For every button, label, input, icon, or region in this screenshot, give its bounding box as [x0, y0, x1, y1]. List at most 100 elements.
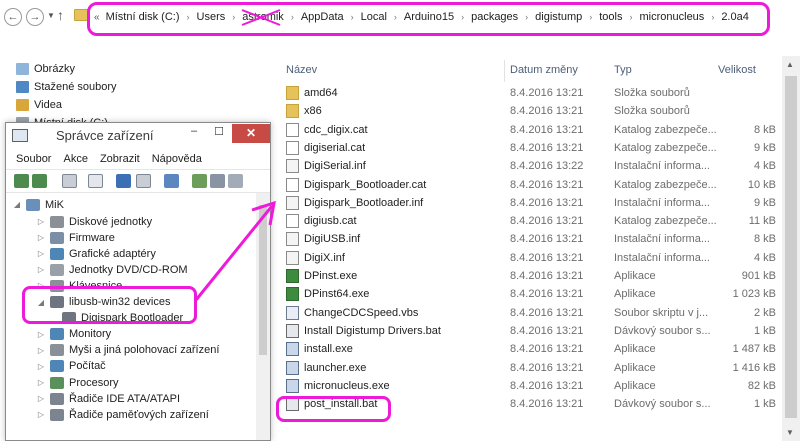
scroll-up-icon[interactable]: ▲	[786, 60, 794, 69]
file-row[interactable]: install.exe 8.4.2016 13:21 Aplikace 1 487 k…	[276, 340, 800, 358]
file-date: 8.4.2016 13:21	[510, 141, 584, 154]
uninstall-icon[interactable]	[228, 174, 243, 188]
nav-item-pictures[interactable]: Obrázky	[16, 60, 75, 78]
expander-icon[interactable]: ▷	[36, 265, 46, 274]
device-manager-icon	[12, 129, 28, 142]
device-category[interactable]: ▷ Firmware	[36, 229, 115, 246]
minimize-button[interactable]: ‒	[182, 125, 206, 143]
expander-icon[interactable]: ▷	[36, 378, 46, 387]
device-category[interactable]: ▷ Jednotky DVD/CD-ROM	[36, 261, 188, 278]
file-row[interactable]: ChangeCDCSpeed.vbs 8.4.2016 13:21 Soubor s…	[276, 304, 800, 322]
view-icon[interactable]	[136, 174, 151, 188]
close-button[interactable]: ✕	[232, 124, 270, 143]
column-header-name[interactable]: Název	[286, 64, 317, 76]
scroll-down-icon[interactable]: ▼	[786, 428, 794, 437]
file-row[interactable]: digiserial.cat 8.4.2016 13:21 Katalog zabe…	[276, 139, 800, 157]
file-type: Instalační informa...	[614, 251, 710, 264]
device-category[interactable]: ▷ Monitory	[36, 326, 111, 343]
file-type: Složka souborů	[614, 105, 690, 118]
file-row[interactable]: DPinst64.exe 8.4.2016 13:21 Aplikace 1 023 …	[276, 285, 800, 303]
file-name: ChangeCDCSpeed.vbs	[304, 306, 419, 319]
arrow-up-icon[interactable]: ↑	[57, 7, 64, 23]
file-type: Aplikace	[614, 343, 656, 356]
downloads-icon	[16, 81, 29, 93]
device-category[interactable]: ▷ Řadiče IDE ATA/ATAPI	[36, 390, 180, 407]
column-header-size[interactable]: Velikost	[718, 64, 756, 76]
device-category[interactable]: ▷ Procesory	[36, 374, 119, 391]
window-title: Správce zařízení	[56, 128, 154, 143]
nav-item-downloads[interactable]: Stažené soubory	[16, 78, 117, 96]
column-header-date[interactable]: Datum změny	[510, 64, 578, 76]
expander-icon[interactable]: ▷	[36, 346, 46, 355]
forward-icon[interactable]	[32, 174, 47, 188]
chevron-down-icon[interactable]: ▼	[47, 11, 55, 20]
menu-view[interactable]: Zobrazit	[100, 153, 140, 165]
expander-icon[interactable]: ▷	[36, 330, 46, 339]
file-name: micronucleus.exe	[304, 379, 390, 392]
maximize-button[interactable]: ☐	[207, 125, 231, 143]
file-size: 901 kB	[741, 270, 776, 282]
scan-icon[interactable]	[164, 174, 179, 188]
column-header-type[interactable]: Typ	[614, 64, 632, 76]
file-row[interactable]: DPinst.exe 8.4.2016 13:21 Aplikace 901 kB	[276, 267, 800, 285]
device-category[interactable]: ▷ Počítač	[36, 358, 106, 375]
file-list-scrollbar[interactable]: ▲ ▼	[782, 56, 800, 441]
device-category[interactable]: ▷ Grafické adaptéry	[36, 245, 156, 262]
nav-item-videos[interactable]: Videa	[16, 96, 62, 114]
file-row[interactable]: DigiUSB.inf 8.4.2016 13:21 Instalační info…	[276, 230, 800, 248]
device-manager-window: Správce zařízení ‒ ☐ ✕ Soubor Akce Zobra…	[5, 122, 271, 441]
file-row[interactable]: cdc_digix.cat 8.4.2016 13:21 Katalog zabez…	[276, 121, 800, 139]
back-icon[interactable]	[14, 174, 29, 188]
file-size: 1 416 kB	[732, 361, 776, 374]
file-date: 8.4.2016 13:21	[510, 361, 584, 374]
arrow-right-icon[interactable]: →	[26, 8, 44, 26]
file-name: digiusb.cat	[304, 215, 357, 228]
tree-root[interactable]: ◢ MiK	[12, 196, 64, 213]
file-name: cdc_digix.cat	[304, 123, 368, 136]
file-size: 9 kB	[753, 196, 776, 209]
file-row[interactable]: launcher.exe 8.4.2016 13:21 Aplikace 1 416 …	[276, 359, 800, 377]
file-row[interactable]: Digispark_Bootloader.inf 8.4.2016 13:21 In…	[276, 194, 800, 212]
file-date: 8.4.2016 13:21	[510, 398, 584, 411]
help-icon[interactable]	[116, 174, 131, 188]
expander-icon[interactable]: ▷	[36, 233, 46, 242]
file-row[interactable]: digiusb.cat 8.4.2016 13:21 Katalog zabezpe…	[276, 212, 800, 230]
file-row[interactable]: DigiX.inf 8.4.2016 13:21 Instalační inform…	[276, 249, 800, 267]
file-size: 2 kB	[753, 306, 776, 319]
expander-icon[interactable]: ▷	[36, 394, 46, 403]
file-row[interactable]: amd64 8.4.2016 13:21 Složka souborů	[276, 84, 800, 102]
device-category[interactable]: ▷ Diskové jednotky	[36, 213, 152, 230]
update-driver-icon[interactable]	[192, 174, 207, 188]
catalog-icon	[286, 214, 299, 229]
device-category-label: Procesory	[69, 376, 119, 389]
file-row[interactable]: micronucleus.exe 8.4.2016 13:21 Aplikace 82…	[276, 377, 800, 395]
menu-file[interactable]: Soubor	[16, 153, 51, 165]
expander-icon[interactable]: ▷	[36, 362, 46, 371]
file-name: x86	[304, 105, 322, 118]
menu-bar: Soubor Akce Zobrazit Nápověda	[6, 149, 270, 169]
properties-icon[interactable]	[62, 174, 77, 188]
file-type: Složka souborů	[614, 87, 690, 99]
device-tree-scrollbar[interactable]	[256, 193, 270, 440]
device-category[interactable]: ▷ Řadiče paměťových zařízení	[36, 406, 209, 423]
expander-icon[interactable]: ▷	[36, 410, 46, 419]
scrollbar-thumb[interactable]	[785, 76, 797, 418]
disk-drive-icon	[50, 215, 64, 228]
exe-icon	[286, 269, 299, 283]
file-row[interactable]: x86 8.4.2016 13:21 Složka souborů	[276, 102, 800, 120]
expander-icon[interactable]: ▷	[36, 249, 46, 258]
libusb-highlight-annotation	[22, 286, 197, 324]
arrow-left-icon[interactable]: ←	[4, 8, 22, 26]
title-bar[interactable]: Správce zařízení ‒ ☐ ✕	[6, 123, 270, 149]
expander-icon[interactable]: ▷	[36, 217, 46, 226]
menu-action[interactable]: Akce	[63, 153, 87, 165]
disable-icon[interactable]	[210, 174, 225, 188]
scrollbar-thumb[interactable]	[259, 205, 267, 355]
device-category-label: Počítač	[69, 360, 106, 373]
file-row[interactable]: DigiSerial.inf 8.4.2016 13:22 Instalační i…	[276, 157, 800, 175]
file-row[interactable]: Digispark_Bootloader.cat 8.4.2016 13:21 Ka…	[276, 176, 800, 194]
device-category[interactable]: ▷ Myši a jiná polohovací zařízení	[36, 342, 219, 359]
list-icon[interactable]	[88, 174, 103, 188]
menu-help[interactable]: Nápověda	[152, 153, 202, 165]
file-row[interactable]: Install Digistump Drivers.bat 8.4.2016 13…	[276, 322, 800, 340]
